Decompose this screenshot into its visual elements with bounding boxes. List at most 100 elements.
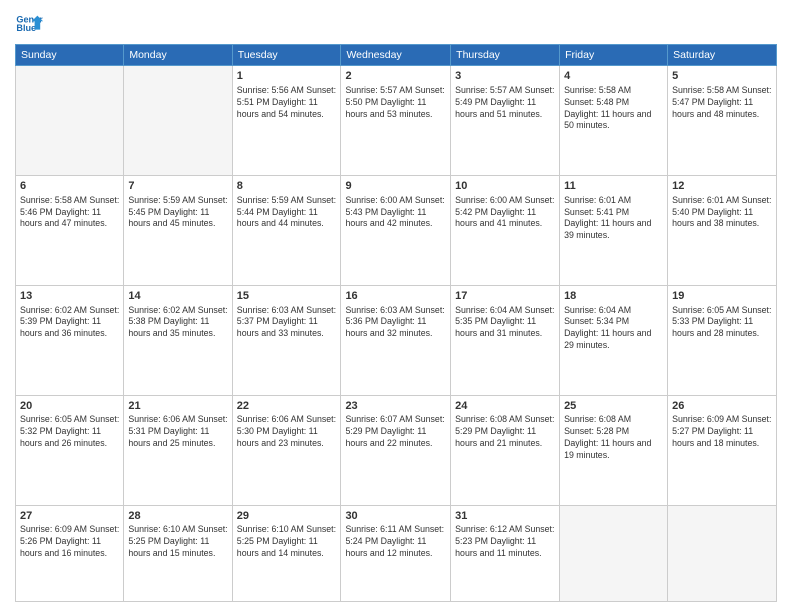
day-number: 29 [237, 509, 337, 524]
day-cell: 13Sunrise: 6:02 AM Sunset: 5:39 PM Dayli… [16, 285, 124, 395]
day-info: Sunrise: 6:06 AM Sunset: 5:31 PM Dayligh… [128, 414, 227, 450]
day-cell: 15Sunrise: 6:03 AM Sunset: 5:37 PM Dayli… [232, 285, 341, 395]
day-number: 14 [128, 289, 227, 304]
day-cell: 4Sunrise: 5:58 AM Sunset: 5:48 PM Daylig… [560, 66, 668, 176]
day-info: Sunrise: 5:59 AM Sunset: 5:45 PM Dayligh… [128, 195, 227, 231]
day-number: 5 [672, 69, 772, 84]
day-number: 19 [672, 289, 772, 304]
day-number: 22 [237, 399, 337, 414]
day-number: 27 [20, 509, 119, 524]
day-number: 7 [128, 179, 227, 194]
day-number: 2 [345, 69, 446, 84]
day-info: Sunrise: 6:05 AM Sunset: 5:32 PM Dayligh… [20, 414, 119, 450]
day-info: Sunrise: 5:57 AM Sunset: 5:50 PM Dayligh… [345, 85, 446, 121]
day-cell: 11Sunrise: 6:01 AM Sunset: 5:41 PM Dayli… [560, 175, 668, 285]
day-info: Sunrise: 6:11 AM Sunset: 5:24 PM Dayligh… [345, 524, 446, 560]
page: General Blue SundayMondayTuesdayWednesda… [0, 0, 792, 612]
col-header-friday: Friday [560, 45, 668, 66]
day-cell: 19Sunrise: 6:05 AM Sunset: 5:33 PM Dayli… [668, 285, 777, 395]
day-number: 1 [237, 69, 337, 84]
day-cell: 30Sunrise: 6:11 AM Sunset: 5:24 PM Dayli… [341, 505, 451, 602]
day-info: Sunrise: 6:06 AM Sunset: 5:30 PM Dayligh… [237, 414, 337, 450]
day-cell: 28Sunrise: 6:10 AM Sunset: 5:25 PM Dayli… [124, 505, 232, 602]
day-cell [16, 66, 124, 176]
day-info: Sunrise: 6:10 AM Sunset: 5:25 PM Dayligh… [237, 524, 337, 560]
day-number: 31 [455, 509, 555, 524]
week-row-2: 6Sunrise: 5:58 AM Sunset: 5:46 PM Daylig… [16, 175, 777, 285]
day-number: 16 [345, 289, 446, 304]
day-cell: 6Sunrise: 5:58 AM Sunset: 5:46 PM Daylig… [16, 175, 124, 285]
day-info: Sunrise: 6:12 AM Sunset: 5:23 PM Dayligh… [455, 524, 555, 560]
day-cell: 21Sunrise: 6:06 AM Sunset: 5:31 PM Dayli… [124, 395, 232, 505]
day-info: Sunrise: 6:03 AM Sunset: 5:37 PM Dayligh… [237, 305, 337, 341]
week-row-4: 20Sunrise: 6:05 AM Sunset: 5:32 PM Dayli… [16, 395, 777, 505]
day-number: 10 [455, 179, 555, 194]
day-number: 11 [564, 179, 663, 194]
col-header-saturday: Saturday [668, 45, 777, 66]
day-info: Sunrise: 6:01 AM Sunset: 5:41 PM Dayligh… [564, 195, 663, 243]
day-info: Sunrise: 6:08 AM Sunset: 5:28 PM Dayligh… [564, 414, 663, 462]
logo-icon: General Blue [15, 10, 43, 38]
day-cell [560, 505, 668, 602]
header: General Blue [15, 10, 777, 38]
day-cell: 16Sunrise: 6:03 AM Sunset: 5:36 PM Dayli… [341, 285, 451, 395]
day-info: Sunrise: 6:04 AM Sunset: 5:34 PM Dayligh… [564, 305, 663, 353]
day-cell: 2Sunrise: 5:57 AM Sunset: 5:50 PM Daylig… [341, 66, 451, 176]
day-info: Sunrise: 6:01 AM Sunset: 5:40 PM Dayligh… [672, 195, 772, 231]
day-number: 13 [20, 289, 119, 304]
day-cell: 10Sunrise: 6:00 AM Sunset: 5:42 PM Dayli… [451, 175, 560, 285]
day-number: 24 [455, 399, 555, 414]
day-number: 18 [564, 289, 663, 304]
day-cell: 17Sunrise: 6:04 AM Sunset: 5:35 PM Dayli… [451, 285, 560, 395]
week-row-1: 1Sunrise: 5:56 AM Sunset: 5:51 PM Daylig… [16, 66, 777, 176]
week-row-3: 13Sunrise: 6:02 AM Sunset: 5:39 PM Dayli… [16, 285, 777, 395]
day-number: 26 [672, 399, 772, 414]
day-info: Sunrise: 6:00 AM Sunset: 5:42 PM Dayligh… [455, 195, 555, 231]
day-number: 30 [345, 509, 446, 524]
day-cell: 18Sunrise: 6:04 AM Sunset: 5:34 PM Dayli… [560, 285, 668, 395]
day-info: Sunrise: 5:56 AM Sunset: 5:51 PM Dayligh… [237, 85, 337, 121]
day-number: 8 [237, 179, 337, 194]
day-number: 23 [345, 399, 446, 414]
day-number: 15 [237, 289, 337, 304]
day-number: 28 [128, 509, 227, 524]
calendar-table: SundayMondayTuesdayWednesdayThursdayFrid… [15, 44, 777, 602]
col-header-sunday: Sunday [16, 45, 124, 66]
day-info: Sunrise: 6:02 AM Sunset: 5:39 PM Dayligh… [20, 305, 119, 341]
day-number: 6 [20, 179, 119, 194]
day-cell [668, 505, 777, 602]
col-header-thursday: Thursday [451, 45, 560, 66]
day-number: 20 [20, 399, 119, 414]
day-cell: 22Sunrise: 6:06 AM Sunset: 5:30 PM Dayli… [232, 395, 341, 505]
day-cell: 14Sunrise: 6:02 AM Sunset: 5:38 PM Dayli… [124, 285, 232, 395]
day-info: Sunrise: 6:09 AM Sunset: 5:27 PM Dayligh… [672, 414, 772, 450]
logo: General Blue [15, 10, 47, 38]
day-info: Sunrise: 5:58 AM Sunset: 5:46 PM Dayligh… [20, 195, 119, 231]
day-cell [124, 66, 232, 176]
day-info: Sunrise: 5:58 AM Sunset: 5:48 PM Dayligh… [564, 85, 663, 133]
day-cell: 3Sunrise: 5:57 AM Sunset: 5:49 PM Daylig… [451, 66, 560, 176]
day-cell: 29Sunrise: 6:10 AM Sunset: 5:25 PM Dayli… [232, 505, 341, 602]
day-info: Sunrise: 6:00 AM Sunset: 5:43 PM Dayligh… [345, 195, 446, 231]
day-cell: 23Sunrise: 6:07 AM Sunset: 5:29 PM Dayli… [341, 395, 451, 505]
day-info: Sunrise: 6:02 AM Sunset: 5:38 PM Dayligh… [128, 305, 227, 341]
day-number: 4 [564, 69, 663, 84]
day-info: Sunrise: 5:58 AM Sunset: 5:47 PM Dayligh… [672, 85, 772, 121]
calendar-header-row: SundayMondayTuesdayWednesdayThursdayFrid… [16, 45, 777, 66]
day-info: Sunrise: 6:05 AM Sunset: 5:33 PM Dayligh… [672, 305, 772, 341]
day-info: Sunrise: 6:09 AM Sunset: 5:26 PM Dayligh… [20, 524, 119, 560]
day-cell: 9Sunrise: 6:00 AM Sunset: 5:43 PM Daylig… [341, 175, 451, 285]
day-number: 17 [455, 289, 555, 304]
day-info: Sunrise: 5:59 AM Sunset: 5:44 PM Dayligh… [237, 195, 337, 231]
col-header-tuesday: Tuesday [232, 45, 341, 66]
day-cell: 20Sunrise: 6:05 AM Sunset: 5:32 PM Dayli… [16, 395, 124, 505]
day-number: 12 [672, 179, 772, 194]
svg-text:Blue: Blue [16, 23, 36, 33]
day-cell: 27Sunrise: 6:09 AM Sunset: 5:26 PM Dayli… [16, 505, 124, 602]
day-cell: 7Sunrise: 5:59 AM Sunset: 5:45 PM Daylig… [124, 175, 232, 285]
day-number: 21 [128, 399, 227, 414]
day-info: Sunrise: 5:57 AM Sunset: 5:49 PM Dayligh… [455, 85, 555, 121]
day-info: Sunrise: 6:03 AM Sunset: 5:36 PM Dayligh… [345, 305, 446, 341]
day-cell: 24Sunrise: 6:08 AM Sunset: 5:29 PM Dayli… [451, 395, 560, 505]
day-cell: 1Sunrise: 5:56 AM Sunset: 5:51 PM Daylig… [232, 66, 341, 176]
